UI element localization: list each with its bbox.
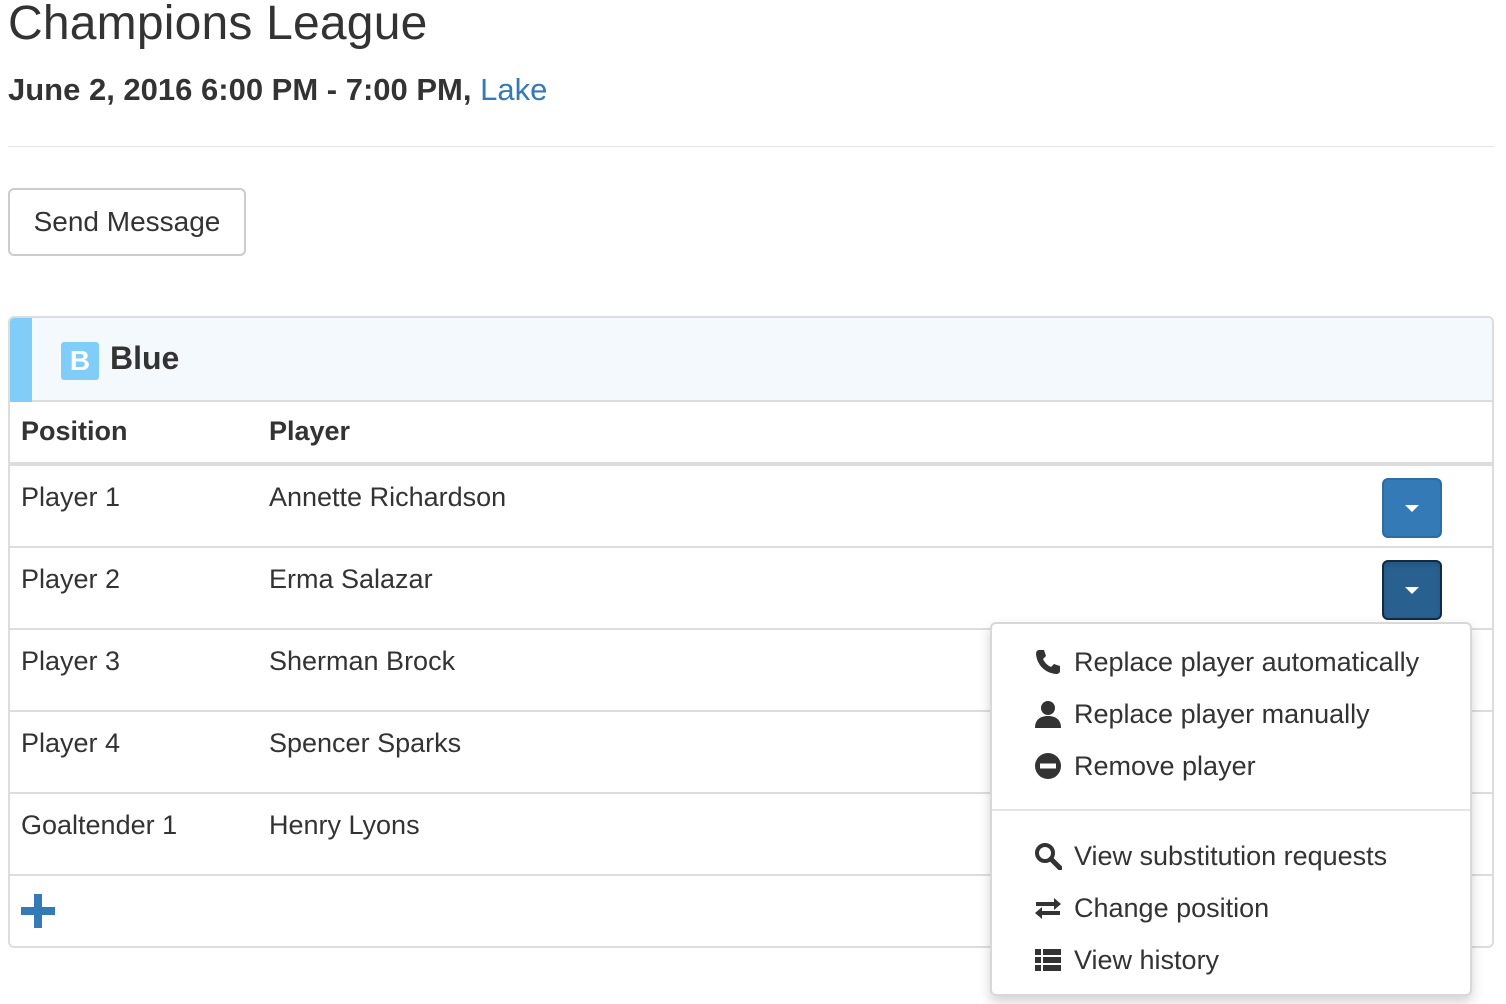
row-actions-dropdown-menu: Replace player automatically Replace pla… [990,622,1472,996]
menu-item-view-history[interactable]: View history [992,935,1470,985]
team-color-stripe [10,318,32,402]
menu-item-label: Change position [1074,892,1270,923]
position-cell: Goaltender 1 [21,810,178,840]
row-actions-dropdown-button[interactable] [1382,478,1442,538]
phone-icon [1032,646,1064,678]
menu-item-label: Replace player manually [1074,698,1370,729]
menu-divider [992,809,1470,811]
event-info: June 2, 2016 6:00 PM - 7:00 PM, Lake [8,72,547,108]
list-icon [1032,944,1064,976]
menu-item-label: Replace player automatically [1074,646,1420,677]
menu-item-replace-automatically[interactable]: Replace player automatically [992,637,1470,687]
location-link[interactable]: Lake [480,72,547,107]
menu-item-label: View substitution requests [1074,840,1388,871]
menu-item-change-position[interactable]: Change position [992,883,1470,933]
position-cell: Player 1 [21,482,121,512]
transfer-icon [1032,892,1064,924]
event-datetime: June 2, 2016 6:00 PM - 7:00 PM, [8,72,472,107]
page-title: Champions League [8,0,428,50]
header-divider [8,146,1494,147]
player-cell: Spencer Sparks [269,728,462,758]
player-cell: Annette Richardson [269,482,507,512]
caret-down-icon [1405,586,1419,594]
team-panel-heading: B Blue [10,318,1492,402]
team-badge: B [61,342,99,380]
search-icon [1032,840,1064,872]
menu-item-replace-manually[interactable]: Replace player manually [992,689,1470,739]
caret-down-icon [1405,504,1419,512]
player-cell: Sherman Brock [269,646,456,676]
table-row: Player 2 Erma Salazar [10,548,1492,630]
user-icon [1032,698,1064,730]
minus-circle-icon [1032,750,1064,782]
team-name: Blue [110,340,180,376]
player-cell: Henry Lyons [269,810,420,840]
menu-item-view-substitution-requests[interactable]: View substitution requests [992,831,1470,881]
menu-item-remove-player[interactable]: Remove player [992,741,1470,791]
column-header-position: Position [21,416,128,446]
menu-item-label: Remove player [1074,750,1256,781]
menu-item-label: View history [1074,944,1220,975]
column-header-player: Player [269,416,351,446]
position-cell: Player 4 [21,728,121,758]
table-row: Player 1 Annette Richardson [10,466,1492,548]
position-cell: Player 2 [21,564,121,594]
position-cell: Player 3 [21,646,121,676]
player-cell: Erma Salazar [269,564,433,594]
send-message-button[interactable]: Send Message [8,188,246,256]
row-actions-dropdown-button[interactable] [1382,560,1442,620]
add-player-plus-icon[interactable] [21,894,55,928]
